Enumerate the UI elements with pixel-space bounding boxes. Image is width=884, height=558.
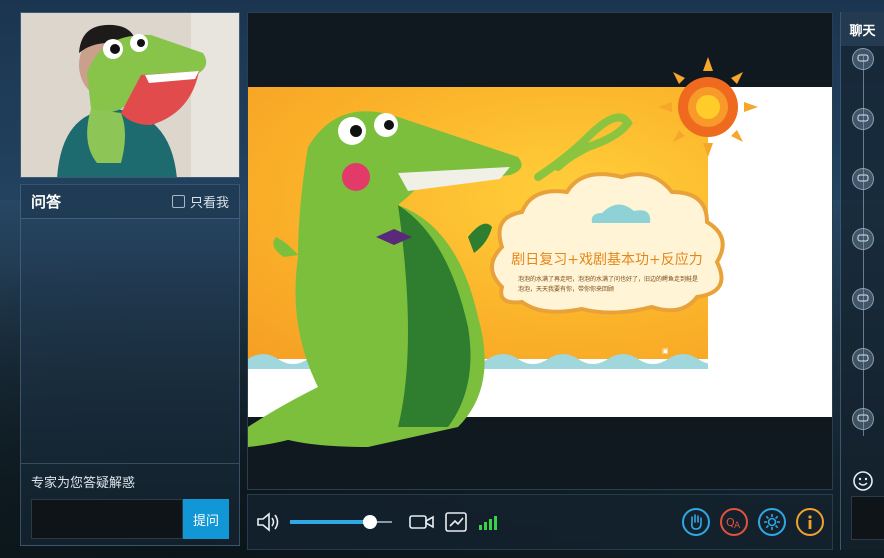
volume-thumb[interactable] [362, 515, 377, 529]
raise-hand-icon[interactable] [682, 508, 710, 536]
chat-message-icon[interactable] [852, 408, 874, 430]
chat-message-icon[interactable] [852, 288, 874, 310]
crocodile-illustration [248, 111, 522, 448]
svg-text:A: A [734, 521, 741, 530]
volume-slider[interactable] [290, 514, 392, 530]
chat-panel: 聊天 [840, 12, 884, 550]
qa-hint: 专家为您答疑解惑 [31, 476, 136, 491]
info-icon[interactable] [796, 508, 824, 536]
chat-message-icon[interactable] [852, 168, 874, 190]
emoji-icon[interactable] [852, 470, 874, 496]
qa-icon[interactable]: Q A [720, 508, 748, 536]
qa-message-list[interactable] [21, 220, 239, 465]
teacher-webcam-video [20, 12, 240, 178]
slide-watermark: ▣ [662, 347, 669, 355]
chat-message-icon[interactable] [852, 348, 874, 370]
only-show-mine-checkbox[interactable] [171, 195, 185, 208]
camera-icon[interactable] [408, 512, 436, 532]
qa-footer: 专家为您答疑解惑 提问 [21, 463, 239, 545]
chat-title: 聊天 [841, 12, 884, 46]
presentation-stage: 剧日复习+戏剧基本功+反应力 泡泡的水满了再走吧，泡泡的水满了问也好了，旧边的鳄… [247, 12, 833, 490]
sun-illustration [658, 57, 758, 157]
only-show-mine-toggle[interactable]: 只看我 [171, 192, 229, 211]
signal-icon [478, 514, 498, 530]
ask-button[interactable]: 提问 [183, 499, 229, 539]
chat-message-icon[interactable] [852, 108, 874, 130]
speaker-icon[interactable] [256, 511, 282, 533]
qa-header: 问答 只看我 [21, 185, 239, 219]
chat-message-icon[interactable] [852, 48, 874, 70]
player-controls: Q A [247, 494, 833, 550]
qa-title: 问答 [31, 193, 62, 211]
screen-share-icon[interactable] [444, 511, 470, 533]
slide: 剧日复习+戏剧基本功+反应力 泡泡的水满了再走吧，泡泡的水满了问也好了，旧边的鳄… [248, 57, 832, 448]
chat-message-icon[interactable] [852, 228, 874, 250]
chat-input[interactable] [851, 496, 884, 540]
only-show-mine-label: 只看我 [189, 196, 229, 211]
qa-panel: 问答 只看我 专家为您答疑解惑 提问 [20, 184, 240, 546]
volume-fill [290, 520, 370, 524]
settings-icon[interactable] [758, 508, 786, 536]
question-input[interactable] [31, 499, 183, 539]
